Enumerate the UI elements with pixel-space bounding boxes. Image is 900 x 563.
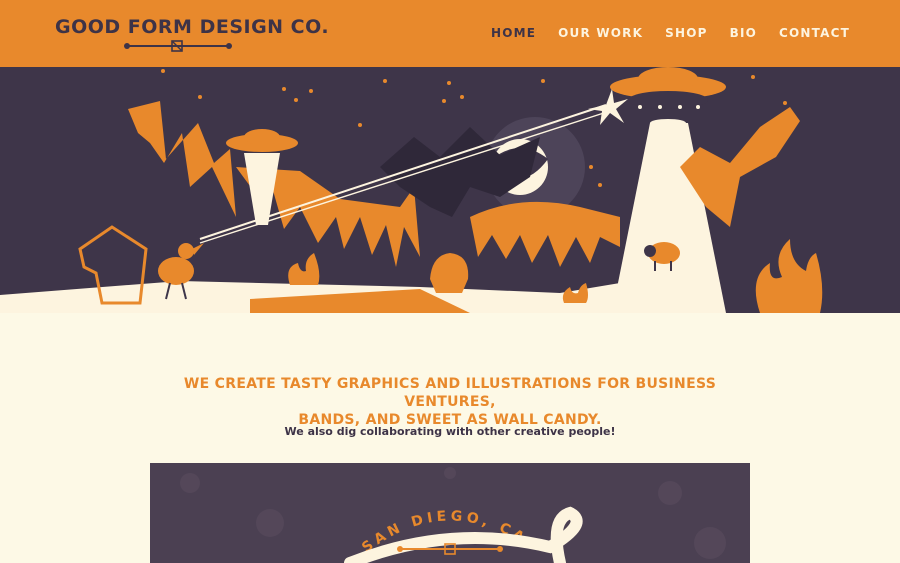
nav-home[interactable]: HOME bbox=[491, 26, 536, 40]
nav-our-work[interactable]: OUR WORK bbox=[558, 26, 643, 40]
nav-shop[interactable]: SHOP bbox=[665, 26, 707, 40]
logo-divider-icon bbox=[124, 40, 232, 52]
nav-bio[interactable]: BIO bbox=[730, 26, 757, 40]
intro-headline: WE CREATE TASTY GRAPHICS AND ILLUSTRATIO… bbox=[150, 375, 750, 429]
brand-logo[interactable]: GOOD FORM DESIGN CO. bbox=[55, 16, 329, 52]
intro-headline-line1: WE CREATE TASTY GRAPHICS AND ILLUSTRATIO… bbox=[183, 376, 717, 410]
badge-artwork: SAN DIEGO, CA bbox=[180, 467, 726, 563]
location-badge: SAN DIEGO, CA bbox=[150, 463, 750, 563]
brand-name: GOOD FORM DESIGN CO. bbox=[55, 16, 330, 38]
main-nav: HOME OUR WORK SHOP BIO CONTACT bbox=[491, 26, 850, 40]
nav-contact[interactable]: CONTACT bbox=[779, 26, 850, 40]
site-header: GOOD FORM DESIGN CO. HOME OUR WORK SHOP … bbox=[0, 0, 900, 67]
hero-illustration bbox=[0, 67, 900, 313]
intro-subline: We also dig collaborating with other cre… bbox=[284, 425, 616, 438]
